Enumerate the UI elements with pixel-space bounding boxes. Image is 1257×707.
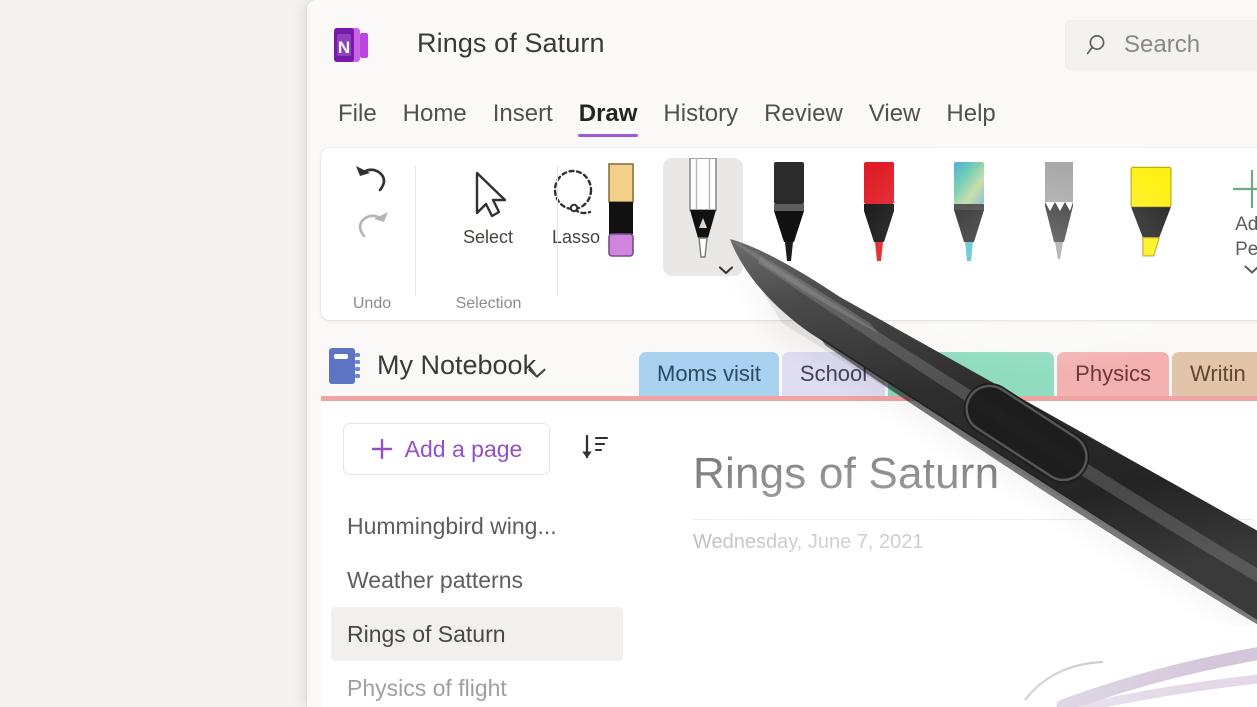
section-tab-writing[interactable]: Writin <box>1172 352 1257 396</box>
tab-file[interactable]: File <box>325 96 390 140</box>
pen-galaxy[interactable] <box>941 162 997 272</box>
pen-icon <box>675 158 731 270</box>
pencil-grey[interactable] <box>1031 162 1087 272</box>
add-pen-label-line1: Add <box>1235 212 1257 237</box>
pen-icon <box>851 162 907 272</box>
tab-home[interactable]: Home <box>390 96 480 140</box>
ribbon-group-undo: Undo <box>329 148 415 320</box>
notebook-icon <box>327 346 363 386</box>
page-title: Rings of Saturn <box>417 28 605 59</box>
ribbon-draw-toolbar: Undo Select Lasso <box>321 148 1257 320</box>
cursor-arrow-icon <box>461 166 515 224</box>
onenote-icon: N <box>333 26 369 64</box>
eraser-icon <box>593 162 649 272</box>
pen-white-selected[interactable] <box>663 158 743 276</box>
notebook-name[interactable]: My Notebook <box>377 350 536 381</box>
plus-icon <box>371 438 393 460</box>
chevron-down-icon <box>1243 264 1257 275</box>
pen-black[interactable] <box>761 162 817 272</box>
page-date[interactable]: Wednesday, June 7, 2021 <box>693 531 924 554</box>
plus-icon <box>1229 166 1257 212</box>
select-tool-label: Select <box>463 227 513 248</box>
search-placeholder: Search <box>1124 31 1200 59</box>
pen-icon <box>761 162 817 272</box>
ribbon-group-pens: Add Pen <box>565 148 1257 320</box>
group-divider <box>415 166 416 296</box>
tab-view[interactable]: View <box>856 96 934 140</box>
search-icon <box>1086 32 1112 58</box>
tab-insert[interactable]: Insert <box>480 96 566 140</box>
section-tab-bar: Moms visit School Work Physics Writin <box>639 352 1257 396</box>
page-list-toolbar: Add a page <box>343 423 613 473</box>
highlighter-yellow[interactable] <box>1123 162 1179 272</box>
redo-icon[interactable] <box>347 204 397 248</box>
screenshot-stage: N Rings of Saturn Search File Home Inser… <box>0 0 1257 707</box>
page-list-item-physics-of-flight[interactable]: Physics of flight <box>331 661 623 707</box>
pen-red[interactable] <box>851 162 907 272</box>
sort-descending-icon[interactable] <box>579 433 609 463</box>
onenote-window: N Rings of Saturn Search File Home Inser… <box>307 0 1257 707</box>
pencil-icon <box>1031 162 1087 272</box>
add-pen-button[interactable]: Add Pen <box>1215 166 1257 275</box>
eraser-tool[interactable] <box>593 162 649 272</box>
tab-draw[interactable]: Draw <box>566 96 651 140</box>
highlighter-icon <box>1123 162 1179 272</box>
section-tab-work[interactable]: Work <box>888 352 1054 396</box>
ribbon-tab-strip: File Home Insert Draw History Review Vie… <box>307 90 1257 146</box>
add-page-button[interactable]: Add a page <box>343 423 550 475</box>
chevron-down-icon[interactable] <box>527 366 547 378</box>
section-tab-moms-visit[interactable]: Moms visit <box>639 352 779 396</box>
section-tab-school[interactable]: School <box>782 352 885 396</box>
pen-icon <box>941 162 997 272</box>
svg-text:N: N <box>338 38 350 57</box>
page-list-item-rings-of-saturn[interactable]: Rings of Saturn <box>331 607 623 661</box>
page-title-heading[interactable]: Rings of Saturn <box>693 449 999 499</box>
tab-review[interactable]: Review <box>751 96 856 140</box>
ribbon-group-label-selection: Selection <box>421 295 556 313</box>
chevron-down-icon[interactable] <box>718 262 734 272</box>
search-input[interactable]: Search <box>1065 20 1257 70</box>
tab-history[interactable]: History <box>650 96 751 140</box>
title-bar: N Rings of Saturn Search <box>307 0 1257 91</box>
tab-help[interactable]: Help <box>933 96 1008 140</box>
ribbon-group-selection: Select Lasso Selection <box>421 148 556 320</box>
add-pen-label-line2: Pen <box>1235 237 1257 262</box>
page-canvas[interactable]: Rings of Saturn Wednesday, June 7, 2021 <box>633 401 1257 707</box>
page-list-item-weather[interactable]: Weather patterns <box>331 553 623 607</box>
add-page-label: Add a page <box>405 436 523 463</box>
select-tool[interactable]: Select <box>439 166 537 248</box>
undo-icon[interactable] <box>347 158 397 202</box>
ribbon-group-label-undo: Undo <box>329 295 415 313</box>
group-divider <box>557 166 558 296</box>
title-divider <box>693 519 1253 520</box>
section-tab-physics[interactable]: Physics <box>1057 352 1169 396</box>
page-list-item-hummingbird[interactable]: Hummingbird wing... <box>331 499 623 553</box>
page-list-pane: Add a page Hummingbird wing... Weather p… <box>321 401 633 707</box>
